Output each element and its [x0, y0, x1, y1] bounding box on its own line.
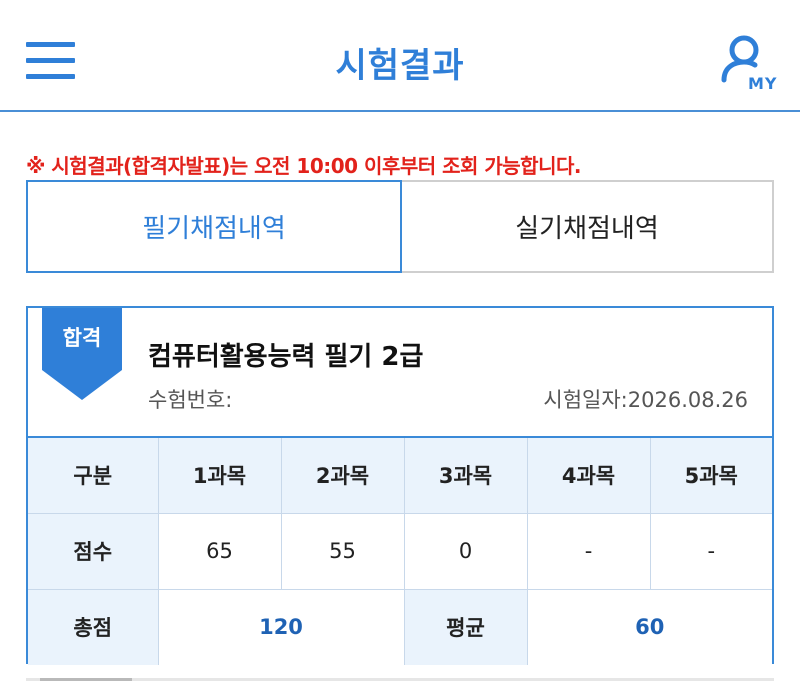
header-cell-subject-2: 2과목 [280, 436, 405, 514]
my-page-button[interactable]: MY [718, 34, 780, 94]
score-subject-1: 65 [157, 512, 282, 590]
average-label: 평균 [403, 588, 528, 665]
score-subject-4: - [526, 512, 651, 590]
header-cell-subject-5: 5과목 [649, 436, 772, 514]
score-subject-2: 55 [280, 512, 405, 590]
table-row-score: 점수 65 55 0 - - [28, 512, 772, 590]
app-header: 시험결과 MY [0, 0, 800, 112]
tab-written-scoring[interactable]: 필기채점내역 [26, 180, 402, 273]
total-value: 120 [157, 588, 405, 665]
header-cell-subject-4: 4과목 [526, 436, 651, 514]
table-row-total: 총점 120 평균 60 [28, 588, 772, 665]
table-header-row: 구분 1과목 2과목 3과목 4과목 5과목 [28, 436, 772, 514]
tab-practical-scoring[interactable]: 실기채점내역 [400, 180, 774, 273]
average-value: 60 [526, 588, 772, 665]
score-subject-3: 0 [403, 512, 528, 590]
header-cell-subject-3: 3과목 [403, 436, 528, 514]
total-label: 총점 [28, 588, 159, 665]
exam-number: 수험번호: [148, 388, 233, 412]
header-cell-subject-1: 1과목 [157, 436, 282, 514]
result-card-header: 합격 컴퓨터활용능력 필기 2급 수험번호: 시험일자:2026.08.26 [28, 308, 772, 436]
my-label: MY [748, 74, 778, 93]
page-title: 시험결과 [335, 46, 465, 86]
score-subject-5: - [649, 512, 772, 590]
exam-name: 컴퓨터활용능력 필기 2급 [148, 342, 424, 372]
result-card: 합격 컴퓨터활용능력 필기 2급 수험번호: 시험일자:2026.08.26 구… [26, 306, 774, 665]
score-table: 구분 1과목 2과목 3과목 4과목 5과목 점수 65 55 0 - - 총점… [28, 436, 772, 665]
result-tabs: 필기채점내역 실기채점내역 [26, 180, 774, 273]
pass-badge: 합격 [42, 308, 122, 402]
notice-text: ※ 시험결과(합격자발표)는 오전 10:00 이후부터 조회 가능합니다. [26, 154, 581, 178]
exam-date: 시험일자:2026.08.26 [543, 388, 748, 412]
badge-label: 합격 [62, 326, 102, 350]
score-row-label: 점수 [28, 512, 159, 590]
header-cell-category: 구분 [28, 436, 159, 514]
